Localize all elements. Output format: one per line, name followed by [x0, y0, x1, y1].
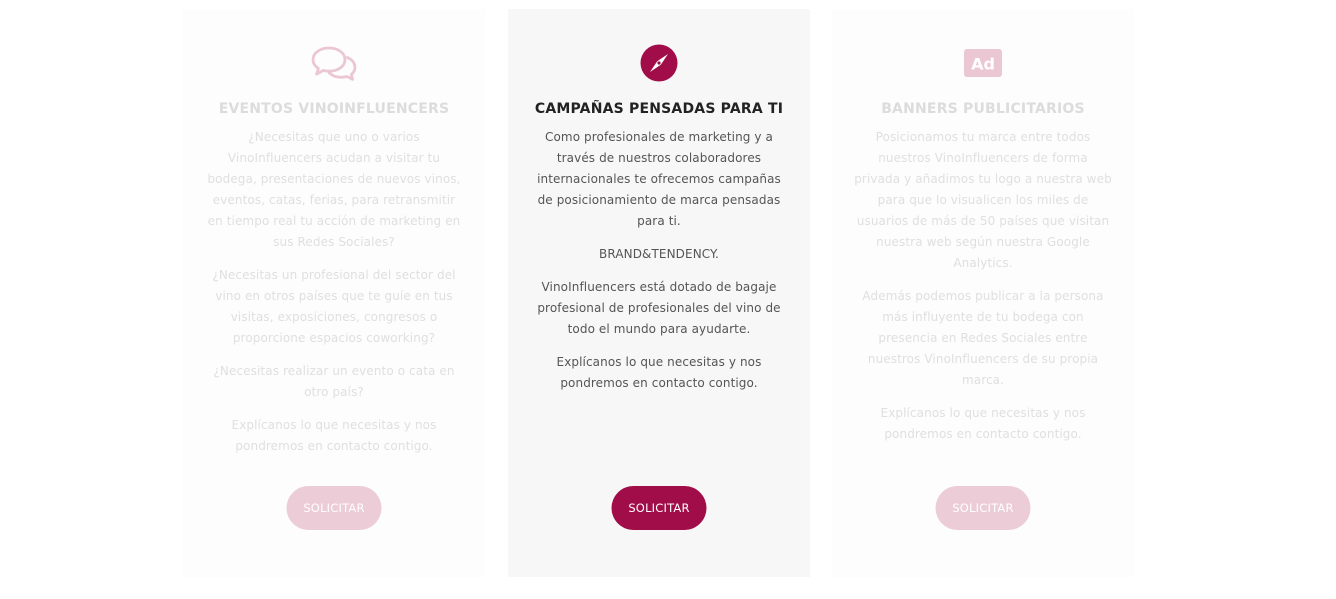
ad-icon-text: Ad: [971, 55, 995, 74]
service-card-banners: Ad BANNERS PUBLICITARIOS Posicionamos tu…: [832, 9, 1134, 577]
icon-container: Ad: [832, 43, 1134, 83]
card-paragraph: Además podemos publicar a la persona más…: [862, 289, 1104, 387]
card-paragraph: Explícanos lo que necesitas y nos pondre…: [880, 406, 1086, 441]
card-description: Como profesionales de marketing y a trav…: [530, 127, 788, 406]
card-description: Posicionamos tu marca entre todos nuestr…: [854, 127, 1112, 457]
icon-container: [508, 43, 810, 83]
chat-bubbles-icon: [311, 46, 357, 81]
card-title: EVENTOS VINOINFLUENCERS: [218, 101, 450, 117]
card-paragraph: Posicionamos tu marca entre todos nuestr…: [854, 130, 1112, 270]
card-paragraph: Explícanos lo que necesitas y nos pondre…: [231, 418, 437, 453]
solicitar-button[interactable]: SOLICITAR: [286, 486, 382, 530]
ad-icon: Ad: [964, 49, 1002, 77]
solicitar-button[interactable]: SOLICITAR: [611, 486, 707, 530]
service-card-eventos: EVENTOS VINOINFLUENCERS ¿Necesitas que u…: [183, 9, 485, 577]
card-paragraph: VinoInfluencers está dotado de bagaje pr…: [537, 280, 781, 336]
card-paragraph: ¿Necesitas que uno o varios VinoInfluenc…: [207, 130, 461, 249]
card-paragraph: ¿Necesitas realizar un evento o cata en …: [213, 364, 455, 399]
icon-container: [183, 43, 485, 83]
card-paragraph: Explícanos lo que necesitas y nos pondre…: [556, 355, 762, 390]
card-paragraph: BRAND&TENDENCY.: [599, 247, 719, 261]
card-description: ¿Necesitas que uno o varios VinoInfluenc…: [205, 127, 463, 469]
card-paragraph: Como profesionales de marketing y a trav…: [537, 130, 781, 228]
card-title: CAMPAÑAS PENSADAS PARA TI: [534, 101, 784, 117]
service-card-campanas: CAMPAÑAS PENSADAS PARA TI Como profesion…: [508, 9, 810, 577]
services-section: EVENTOS VINOINFLUENCERS ¿Necesitas que u…: [0, 0, 1336, 599]
card-paragraph: ¿Necesitas un profesional del sector del…: [212, 268, 456, 345]
compass-icon: [640, 44, 678, 82]
card-title: BANNERS PUBLICITARIOS: [881, 101, 1085, 117]
solicitar-button[interactable]: SOLICITAR: [935, 486, 1031, 530]
